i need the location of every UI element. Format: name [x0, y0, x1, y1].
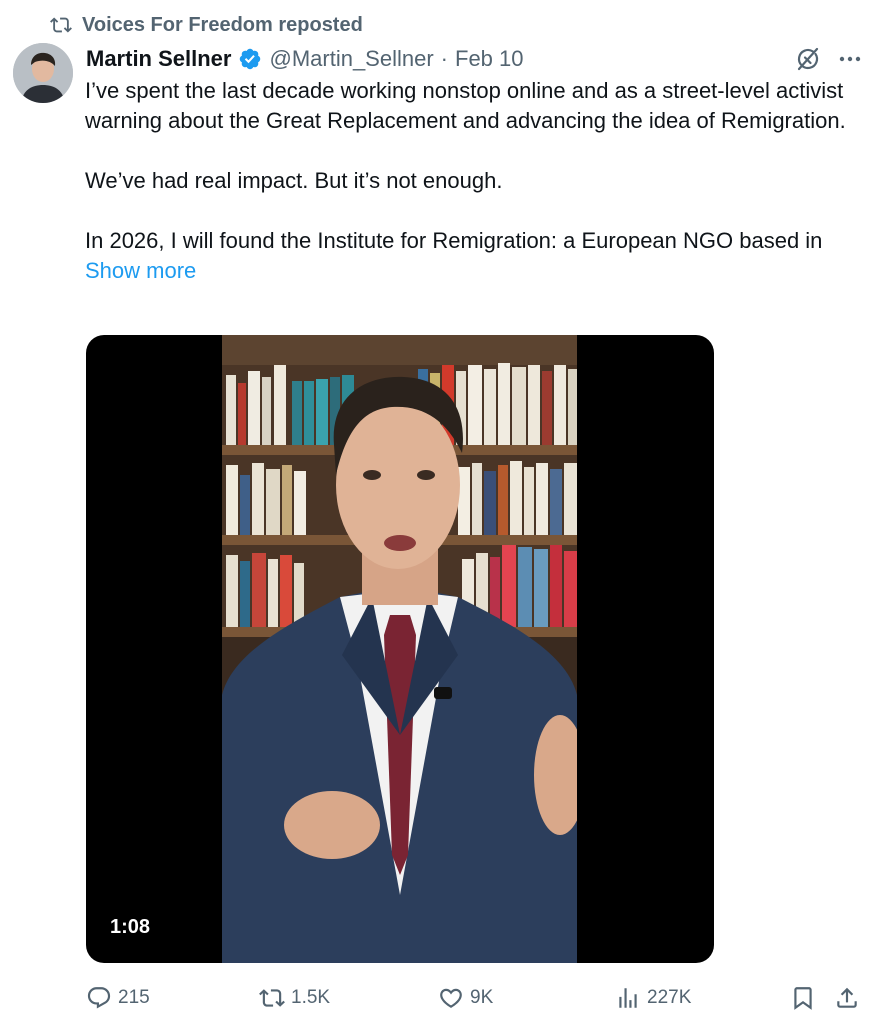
tweet-text: I’ve spent the last decade working nonst…: [85, 76, 875, 286]
video-frame[interactable]: [222, 335, 577, 963]
action-bar: 215 1.5K 9K 227K: [86, 984, 876, 1014]
bookmark-button[interactable]: [790, 984, 816, 1012]
more-options-icon[interactable]: [836, 45, 864, 73]
tweet-header: Martin Sellner @Martin_Sellner · Feb 10: [86, 44, 524, 74]
post-date[interactable]: Feb 10: [455, 46, 524, 72]
repost-button[interactable]: 1.5K: [259, 984, 330, 1012]
share-button[interactable]: [834, 984, 860, 1012]
tweet-paragraph-3: In 2026, I will found the Institute for …: [85, 228, 823, 253]
author-name[interactable]: Martin Sellner: [86, 46, 231, 72]
repost-label: Voices For Freedom reposted: [82, 13, 363, 36]
like-count: 9K: [470, 987, 494, 1008]
bookmark-icon: [790, 985, 816, 1011]
analytics-icon: [615, 985, 641, 1011]
grok-icon[interactable]: [794, 45, 822, 73]
share-icon: [834, 985, 860, 1011]
video-player[interactable]: 1:08: [86, 335, 714, 963]
tweet-paragraph-1: I’ve spent the last decade working nonst…: [85, 78, 846, 133]
repost-header[interactable]: Voices For Freedom reposted: [50, 12, 363, 38]
heart-icon: [438, 985, 464, 1011]
separator-dot: ·: [440, 46, 448, 71]
repost-count: 1.5K: [291, 987, 331, 1008]
like-button[interactable]: 9K: [438, 984, 493, 1012]
views-button[interactable]: 227K: [615, 984, 691, 1012]
repost-icon: [50, 14, 72, 36]
view-count: 227K: [647, 987, 692, 1008]
show-more-link[interactable]: Show more: [85, 256, 875, 286]
repost-action-icon: [259, 985, 285, 1011]
tweet-paragraph-2: We’ve had real impact. But it’s not enou…: [85, 168, 503, 193]
author-handle[interactable]: @Martin_Sellner: [269, 46, 433, 72]
reply-button[interactable]: 215: [86, 984, 150, 1012]
video-duration: 1:08: [110, 916, 151, 938]
verified-badge-icon[interactable]: [238, 47, 262, 71]
reply-count: 215: [118, 987, 150, 1008]
reply-icon: [86, 985, 112, 1011]
avatar[interactable]: [13, 43, 73, 103]
